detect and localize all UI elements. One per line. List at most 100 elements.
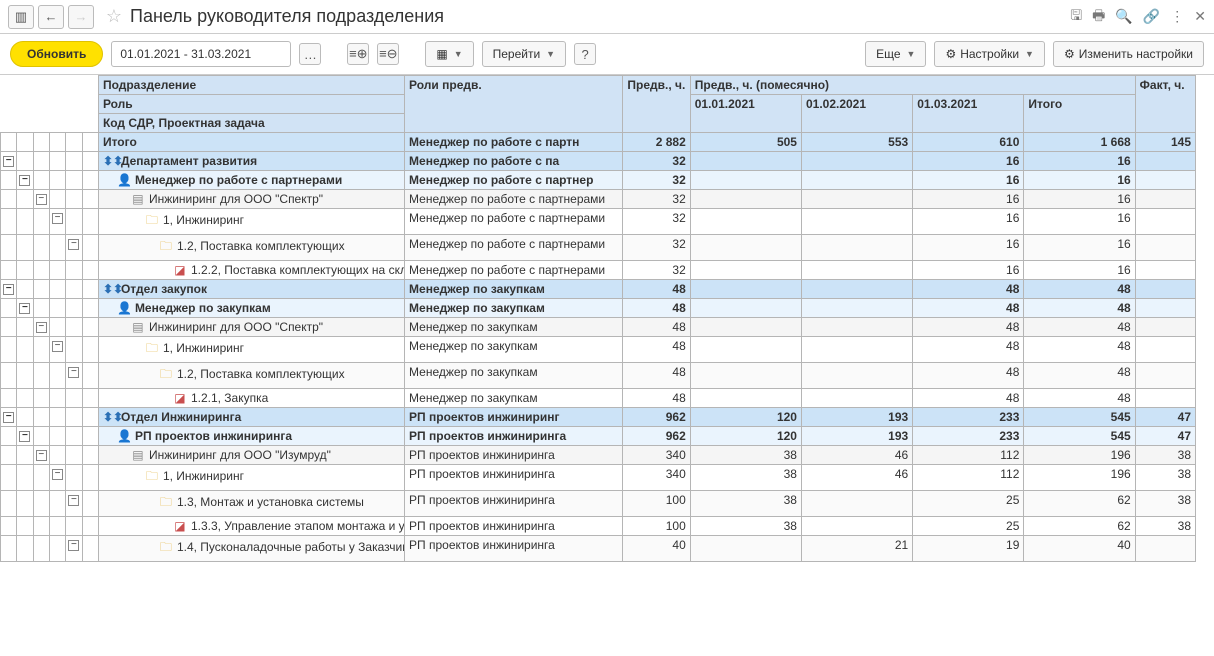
row-label: 🗀1.2, Поставка комплектующих: [98, 235, 404, 261]
row-role: Менеджер по работе с партнерами: [405, 190, 623, 209]
table-row[interactable]: −👤Менеджер по работе с партнерамиМенедже…: [1, 171, 1196, 190]
cell-m3: 48: [913, 299, 1024, 318]
cell-m2: [801, 190, 912, 209]
cell-m3: 25: [913, 491, 1024, 517]
cell-m3: 48: [913, 337, 1024, 363]
star-icon[interactable]: ☆: [102, 5, 126, 29]
table-row[interactable]: −🗀1.3, Монтаж и установка системыРП прое…: [1, 491, 1196, 517]
tree-toggle[interactable]: −: [19, 431, 30, 442]
preview-icon[interactable]: 🔍: [1115, 8, 1132, 25]
cell-pred: 100: [623, 517, 690, 536]
table-row[interactable]: −🗀1, ИнжинирингМенеджер по работе с парт…: [1, 209, 1196, 235]
more-icon[interactable]: ⋮: [1170, 8, 1184, 25]
date-range-field[interactable]: 01.01.2021 - 31.03.2021: [111, 41, 291, 67]
row-label: ◪1.2.1, Закупка: [98, 389, 404, 408]
tree-toggle[interactable]: −: [3, 156, 14, 167]
cell-m3: 25: [913, 517, 1024, 536]
cell-tot: 48: [1024, 299, 1135, 318]
tree-mode-button[interactable]: ▦ ▼: [425, 41, 473, 67]
col-total: Итого: [1024, 95, 1135, 133]
row-role: Менеджер по закупкам: [405, 280, 623, 299]
table-row[interactable]: ◪1.2.1, ЗакупкаМенеджер по закупкам48484…: [1, 389, 1196, 408]
goto-button[interactable]: Перейти ▼: [482, 41, 566, 67]
col-role: Роль: [98, 95, 404, 114]
table-row[interactable]: ◪1.2.2, Поставка комплектующих на складМ…: [1, 261, 1196, 280]
tree-toggle[interactable]: −: [68, 495, 79, 506]
table-row[interactable]: −👤РП проектов инжинирингаРП проектов инж…: [1, 427, 1196, 446]
tree-toggle[interactable]: −: [52, 341, 63, 352]
table-row[interactable]: −⬍⬍Департамент развитияМенеджер по работ…: [1, 152, 1196, 171]
forward-button[interactable]: →: [68, 5, 94, 29]
table-row[interactable]: −▤Инжиниринг для ООО "Спектр"Менеджер по…: [1, 318, 1196, 337]
cell-m3: 233: [913, 408, 1024, 427]
settings-button[interactable]: ⚙ Настройки ▼: [934, 41, 1045, 67]
cell-m1: [690, 152, 801, 171]
row-role: Менеджер по работе с партнерами: [405, 235, 623, 261]
cell-fact: [1135, 299, 1195, 318]
table-row[interactable]: −⬍⬍Отдел закупокМенеджер по закупкам4848…: [1, 280, 1196, 299]
tree-toggle[interactable]: −: [52, 213, 63, 224]
tree-toggle[interactable]: −: [3, 284, 14, 295]
cell-pred: 40: [623, 536, 690, 562]
table-row[interactable]: −🗀1, ИнжинирингРП проектов инжиниринга34…: [1, 465, 1196, 491]
cell-tot: 545: [1024, 427, 1135, 446]
title-bar: ▥ ← → ☆ Панель руководителя подразделени…: [0, 0, 1214, 34]
close-icon[interactable]: ✕: [1194, 8, 1206, 25]
table-row[interactable]: − 🗀1.2, Поставка комплектующихМенеджер по…: [1, 235, 1196, 261]
table-row[interactable]: −⬍⬍Отдел ИнжинирингаРП проектов инжинири…: [1, 408, 1196, 427]
row-role: Менеджер по закупкам: [405, 318, 623, 337]
tree-toggle[interactable]: −: [68, 540, 79, 551]
table-row[interactable]: −🗀1.4, Пусконаладочные работы у Заказчик…: [1, 536, 1196, 562]
tree-toggle[interactable]: −: [19, 303, 30, 314]
cell-fact: [1135, 337, 1195, 363]
back-button[interactable]: ←: [38, 5, 64, 29]
change-settings-button[interactable]: ⚙ Изменить настройки: [1053, 41, 1204, 67]
tree-toggle[interactable]: −: [52, 469, 63, 480]
row-role: РП проектов инжиниринга: [405, 517, 623, 536]
col-pred-h: Предв., ч.: [623, 76, 690, 133]
cell-m3: 16: [913, 171, 1024, 190]
cell-m1: 38: [690, 517, 801, 536]
cell-m2: [801, 209, 912, 235]
row-label: ▤Инжиниринг для ООО "Изумруд": [98, 446, 404, 465]
print-icon[interactable]: 🖶: [1092, 5, 1105, 29]
row-role: РП проектов инжиниринга: [405, 536, 623, 562]
help-button[interactable]: ?: [574, 43, 596, 65]
row-label: ▤Инжиниринг для ООО "Спектр": [98, 190, 404, 209]
cell-fact: [1135, 363, 1195, 389]
table-row[interactable]: −👤Менеджер по закупкамМенеджер по закупк…: [1, 299, 1196, 318]
collapse-tree-button[interactable]: ≡⊖: [377, 43, 399, 65]
report-area[interactable]: Подразделение Роли предв. Предв., ч. Пре…: [0, 74, 1214, 656]
cell-tot: 545: [1024, 408, 1135, 427]
cell-tot: 48: [1024, 337, 1135, 363]
tree-toggle[interactable]: −: [68, 239, 79, 250]
row-label: Итого: [98, 133, 404, 152]
expand-tree-button[interactable]: ≡⊕: [347, 43, 369, 65]
table-row[interactable]: −▤Инжиниринг для ООО "Изумруд"РП проекто…: [1, 446, 1196, 465]
update-button[interactable]: Обновить: [10, 41, 103, 67]
menu-button[interactable]: ▥: [8, 5, 34, 29]
cell-tot: 196: [1024, 446, 1135, 465]
tree-toggle[interactable]: −: [19, 175, 30, 186]
cell-m3: 610: [913, 133, 1024, 152]
save-icon[interactable]: 🖫: [1070, 5, 1082, 29]
tree-toggle[interactable]: −: [3, 412, 14, 423]
table-row[interactable]: −🗀1.2, Поставка комплектующихМенеджер по…: [1, 363, 1196, 389]
table-row[interactable]: ◪1.3.3, Управление этапом монтажа и уста…: [1, 517, 1196, 536]
cell-fact: 38: [1135, 517, 1195, 536]
more-button[interactable]: Еще ▼: [865, 41, 926, 67]
link-icon[interactable]: 🔗: [1143, 8, 1160, 25]
row-label: ⬍⬍Департамент развития: [98, 152, 404, 171]
cell-m3: 48: [913, 363, 1024, 389]
tree-toggle[interactable]: −: [68, 367, 79, 378]
tree-toggle[interactable]: −: [36, 450, 47, 461]
table-row[interactable]: − ▤Инжиниринг для ООО "Спектр"Менеджер по…: [1, 190, 1196, 209]
cell-m2: 193: [801, 408, 912, 427]
table-row[interactable]: −🗀1, ИнжинирингМенеджер по закупкам48484…: [1, 337, 1196, 363]
table-row[interactable]: ИтогоМенеджер по работе с партн2 8825055…: [1, 133, 1196, 152]
date-picker-button[interactable]: …: [299, 43, 321, 65]
cell-pred: 32: [623, 152, 690, 171]
page-title: Панель руководителя подразделения: [130, 6, 444, 27]
tree-toggle[interactable]: −: [36, 322, 47, 333]
tree-toggle[interactable]: −: [36, 194, 47, 205]
